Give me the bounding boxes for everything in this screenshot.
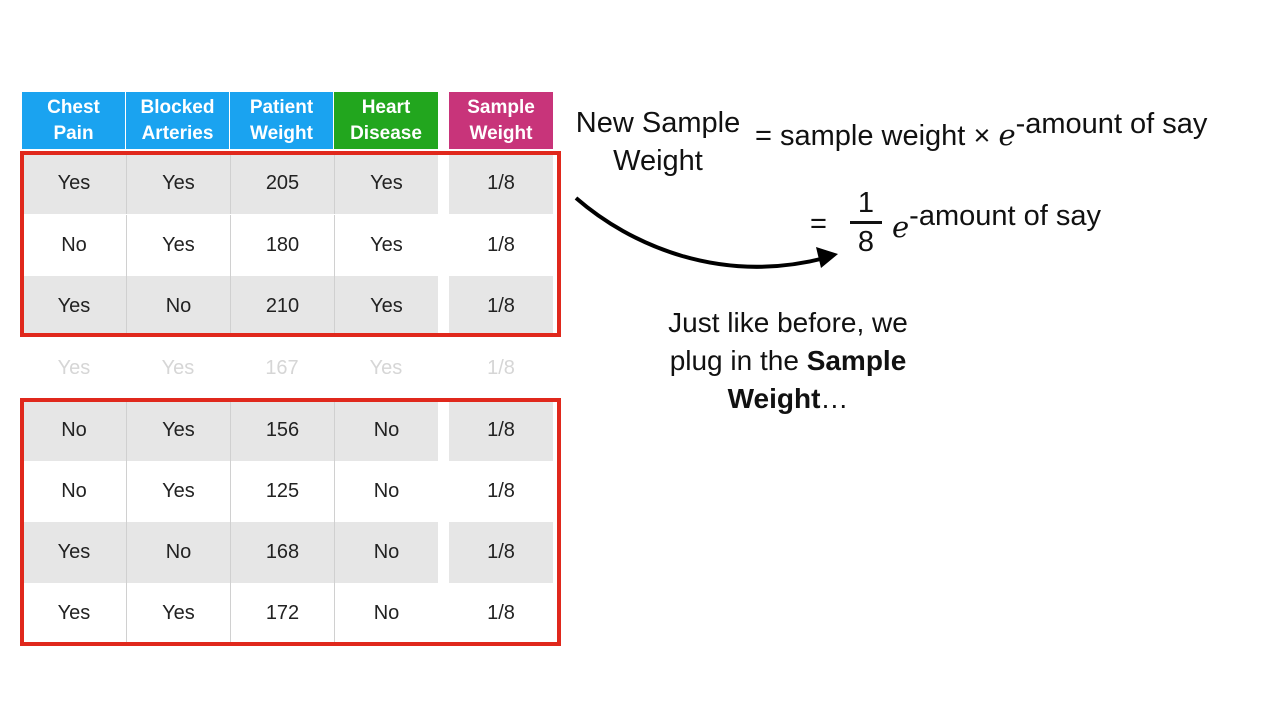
- caption-line-1: Just like before, we: [668, 307, 908, 338]
- cell-sample-weight: 1/8: [449, 338, 553, 399]
- exponent-2: -amount of say: [909, 200, 1101, 232]
- caption-line-2-bold: Sample: [806, 345, 907, 376]
- e-power-term: e-amount of say: [892, 200, 1101, 245]
- sample-weight-term: = sample weight: [755, 120, 966, 152]
- lhs-line1: New Sample: [575, 107, 741, 139]
- table-row: Yes Yes 167 Yes 1/8: [0, 338, 560, 399]
- header-line2: Weight: [250, 122, 313, 144]
- caption-line-3: Weight…: [600, 380, 976, 418]
- times-symbol: ×: [973, 120, 991, 152]
- new-sample-weight-label: New Sample Weight: [566, 104, 750, 180]
- header-patient-weight: Patient Weight: [230, 92, 333, 149]
- header-heart-disease: Heart Disease: [334, 92, 438, 149]
- highlight-box-top: [20, 151, 561, 337]
- caption-line-3-suffix: …: [820, 383, 849, 414]
- e-symbol-2: e: [892, 210, 910, 244]
- header-line1: Patient: [249, 96, 314, 118]
- header-blocked-arteries: Blocked Arteries: [126, 92, 229, 149]
- exponent: -amount of say: [1015, 108, 1208, 140]
- fraction: 1 8: [850, 186, 882, 259]
- header-line1: Sample: [467, 96, 535, 118]
- caption-line-3-bold: Weight: [727, 383, 821, 414]
- cell-patient-weight: 167: [230, 338, 334, 399]
- header-line2: Disease: [350, 122, 422, 144]
- highlight-box-bottom: [20, 398, 561, 646]
- header-line2: Pain: [53, 122, 94, 144]
- header-line2: Weight: [469, 122, 533, 144]
- header-sample-weight: Sample Weight: [449, 92, 553, 149]
- fraction-numerator: 1: [857, 187, 875, 219]
- cell-chest-pain: Yes: [22, 338, 126, 399]
- cell-heart-disease: Yes: [334, 338, 438, 399]
- header-line1: Chest: [47, 96, 100, 118]
- caption: Just like before, we plug in the Sample …: [600, 304, 976, 418]
- equation-line-1-rhs: = sample weight × e-amount of say: [755, 108, 1207, 153]
- curved-arrow-icon: [574, 196, 838, 269]
- fraction-denominator: 8: [857, 226, 875, 258]
- lhs-line2: Weight: [613, 145, 703, 177]
- header-chest-pain: Chest Pain: [22, 92, 125, 149]
- caption-line-2: plug in the Sample: [600, 342, 976, 380]
- cell-blocked-arteries: Yes: [126, 338, 230, 399]
- fraction-bar: [850, 221, 882, 224]
- e-symbol: e: [998, 118, 1016, 152]
- header-line1: Heart: [361, 96, 411, 118]
- caption-line-2-prefix: plug in the: [669, 345, 807, 376]
- header-line2: Arteries: [141, 122, 214, 144]
- header-line1: Blocked: [140, 96, 215, 118]
